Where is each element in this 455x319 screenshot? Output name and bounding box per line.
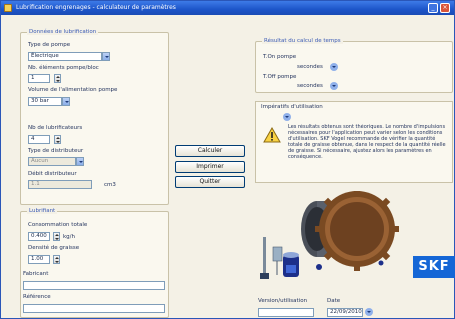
lubricators-count-stepper[interactable] <box>54 135 61 144</box>
consumption-label: Consommation totale <box>28 222 88 228</box>
lubricant-title: Lubrifiant <box>27 208 58 214</box>
close-window-button[interactable]: × <box>440 3 450 13</box>
window-title: Lubrification engrenages - calculateur d… <box>16 4 176 11</box>
consumption-input[interactable]: 0.400 <box>28 232 50 241</box>
gear-drive-illustration <box>260 191 399 279</box>
grease-density-input[interactable]: 1.00 <box>28 255 50 264</box>
pump-elements-input[interactable]: 1 <box>28 74 50 83</box>
pump-elements-stepper[interactable] <box>54 74 61 83</box>
chevron-down-icon[interactable] <box>330 82 338 90</box>
reference-label: Référence <box>23 294 51 300</box>
chevron-down-icon[interactable] <box>283 113 291 121</box>
grease-density-label: Densité de graisse <box>28 245 80 251</box>
distributor-type-select[interactable]: Aucun <box>28 157 76 166</box>
version-input[interactable] <box>258 308 314 317</box>
app-icon <box>4 4 12 12</box>
chevron-down-icon[interactable] <box>330 63 338 71</box>
pump-off-time-unit: secondes <box>297 83 323 89</box>
calculate-button[interactable]: Calculer <box>175 145 245 157</box>
date-input[interactable]: 22/09/2010 <box>327 308 363 317</box>
pump-off-time-label: T.Off pompe <box>263 74 297 80</box>
quit-button[interactable]: Quitter <box>175 176 245 188</box>
reference-input[interactable] <box>23 304 165 313</box>
date-label: Date <box>327 298 341 304</box>
chevron-down-icon[interactable] <box>76 157 84 166</box>
calendar-dropdown-icon[interactable] <box>365 308 373 316</box>
pump-on-time-label: T.On pompe <box>263 54 297 60</box>
pump-type-select[interactable]: Électrique <box>28 52 102 61</box>
minimize-button[interactable]: _ <box>428 3 438 13</box>
skf-logo: SKF <box>413 256 455 278</box>
manufacturer-input[interactable] <box>23 281 165 290</box>
lubrication-data-title: Données de lubrification <box>27 29 99 35</box>
distributor-type-label: Type de distributeur <box>28 148 84 154</box>
grease-density-stepper[interactable] <box>53 255 60 264</box>
warning-icon <box>263 127 281 143</box>
result-group: Résultat du calcul de temps <box>255 38 453 93</box>
pump-type-label: Type de pompe <box>28 42 71 48</box>
version-label: Version/utilisation <box>258 298 308 304</box>
warning-message: Les résultats obtenus sont théoriques. L… <box>288 124 446 160</box>
result-title: Résultat du calcul de temps <box>262 38 343 44</box>
title-bar: Lubrification engrenages - calculateur d… <box>1 1 454 15</box>
chevron-down-icon[interactable] <box>62 97 70 106</box>
distributor-flow-input[interactable]: 1.1 <box>28 180 92 189</box>
pump-capacity-select[interactable]: 30 bar <box>28 97 62 106</box>
chevron-down-icon[interactable] <box>102 52 110 61</box>
lubricators-count-input[interactable]: 4 <box>28 135 50 144</box>
pump-elements-label: Nb. éléments pompe/bloc <box>28 65 99 71</box>
consumption-stepper[interactable] <box>53 232 60 241</box>
manufacturer-label: Fabricant <box>23 271 49 277</box>
pump-capacity-label: Volume de l'alimentation pompe <box>28 87 118 93</box>
app-window: Lubrification engrenages - calculateur d… <box>0 0 455 319</box>
pump-on-time-unit: secondes <box>297 64 323 70</box>
lubricators-count-label: Nb de lubrificateurs <box>28 125 83 131</box>
warnings-title: Impératifs d'utilisation <box>261 104 323 110</box>
print-button[interactable]: Imprimer <box>175 161 245 173</box>
consumption-unit: kg/h <box>63 234 76 240</box>
distributor-flow-label: Débit distributeur <box>28 171 77 177</box>
distributor-flow-unit: cm3 <box>104 182 116 188</box>
